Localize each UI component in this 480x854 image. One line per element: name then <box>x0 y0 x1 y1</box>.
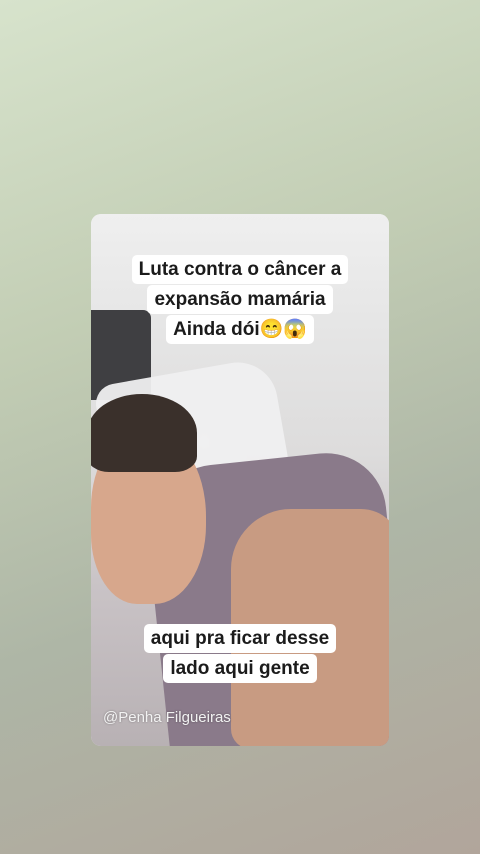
caption-top-line-2: expansão mamária <box>147 285 333 314</box>
caption-bottom-line-2: lado aqui gente <box>163 654 317 683</box>
caption-top-line-3: Ainda dói😁😱 <box>166 315 314 344</box>
caption-bottom-line-1: aqui pra ficar desse <box>143 624 337 653</box>
person-hair <box>91 394 197 472</box>
caption-bottom: aqui pra ficar desse lado aqui gente <box>91 624 389 684</box>
watermark-handle: @Penha Filgueiras <box>103 709 231 726</box>
caption-top: Luta contra o câncer a expansão mamária … <box>91 255 389 345</box>
story-card[interactable]: Luta contra o câncer a expansão mamária … <box>91 214 389 746</box>
caption-top-line-1: Luta contra o câncer a <box>131 255 349 284</box>
